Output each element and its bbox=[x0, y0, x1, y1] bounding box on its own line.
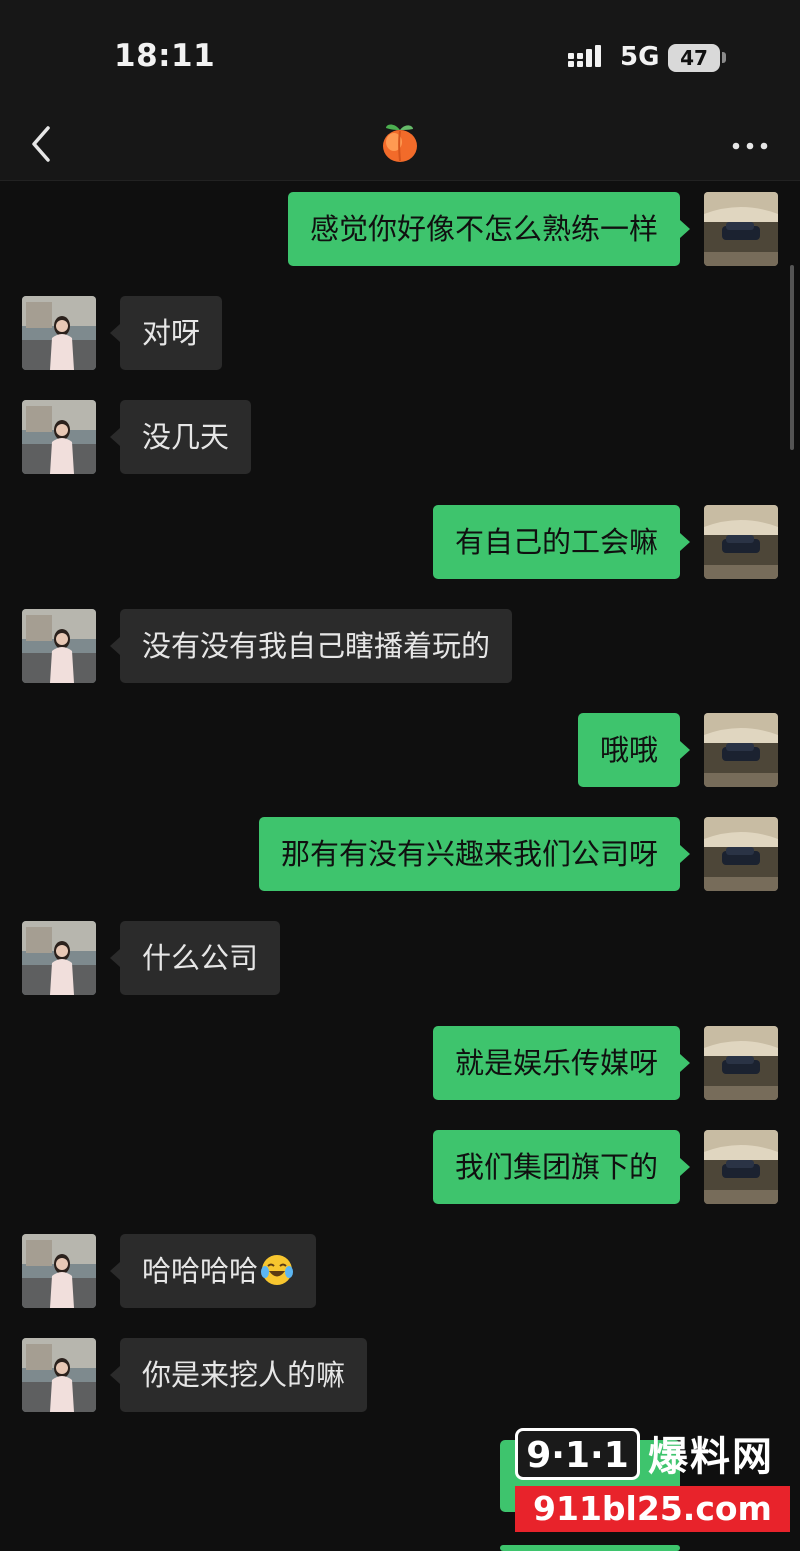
message-bubble-out[interactable]: 哦哦 bbox=[577, 713, 691, 787]
avatar-self[interactable] bbox=[704, 713, 778, 787]
message-bubble-out[interactable]: 我们集团旗下的 bbox=[432, 1130, 691, 1204]
message-bubble-in[interactable]: 你是来挖人的嘛 bbox=[109, 1338, 368, 1412]
avatar-self[interactable] bbox=[704, 505, 778, 579]
chevron-left-icon[interactable] bbox=[24, 122, 60, 166]
battery-tip bbox=[722, 52, 726, 63]
status-bar: 18:11 5G 47 bbox=[0, 0, 800, 110]
avatar-contact[interactable] bbox=[22, 921, 96, 995]
tears-of-joy-emoji-icon bbox=[261, 1255, 294, 1285]
avatar-contact[interactable] bbox=[22, 609, 96, 683]
message-text: 哈哈哈哈 bbox=[142, 1254, 259, 1288]
message-bubble-out[interactable]: 那有有没有兴趣来我们公司呀 bbox=[258, 817, 691, 891]
signal-icon bbox=[568, 45, 601, 67]
avatar-contact[interactable] bbox=[22, 1338, 96, 1412]
message-bubble-out-partial[interactable] bbox=[500, 1545, 680, 1551]
chat-header bbox=[0, 110, 800, 181]
avatar-self[interactable] bbox=[704, 1130, 778, 1204]
avatar-contact[interactable] bbox=[22, 296, 96, 370]
message-bubble-in[interactable]: 哈哈哈哈 bbox=[109, 1234, 317, 1308]
avatar-contact[interactable] bbox=[22, 400, 96, 474]
message-bubble-in[interactable]: 没几天 bbox=[109, 400, 252, 474]
watermark-logo: 9·1·1 bbox=[515, 1428, 640, 1480]
avatar-contact[interactable] bbox=[22, 1234, 96, 1308]
message-bubble-in[interactable]: 什么公司 bbox=[109, 921, 281, 995]
avatar-self[interactable] bbox=[704, 1026, 778, 1100]
message-bubble-in[interactable]: 对呀 bbox=[109, 296, 223, 370]
watermark-url: 911bl25.com bbox=[515, 1486, 790, 1532]
scrollbar[interactable] bbox=[790, 265, 794, 450]
watermark-title: 爆料网 bbox=[648, 1434, 774, 1480]
message-bubble-out[interactable]: 就是娱乐传媒呀 bbox=[432, 1026, 691, 1100]
message-bubble-out[interactable]: 有自己的工会嘛 bbox=[432, 505, 691, 579]
message-bubble-in[interactable]: 没有没有我自己瞎播着玩的 bbox=[109, 609, 513, 683]
avatar-self[interactable] bbox=[704, 192, 778, 266]
message-bubble-out[interactable]: 感觉你好像不怎么熟练一样 bbox=[287, 192, 691, 266]
more-dots-icon[interactable] bbox=[728, 124, 772, 168]
avatar-self[interactable] bbox=[704, 817, 778, 891]
network-type: 5G bbox=[620, 42, 660, 72]
peach-emoji-icon bbox=[383, 124, 417, 162]
battery-indicator: 47 bbox=[668, 44, 720, 72]
status-time: 18:11 bbox=[114, 38, 216, 74]
